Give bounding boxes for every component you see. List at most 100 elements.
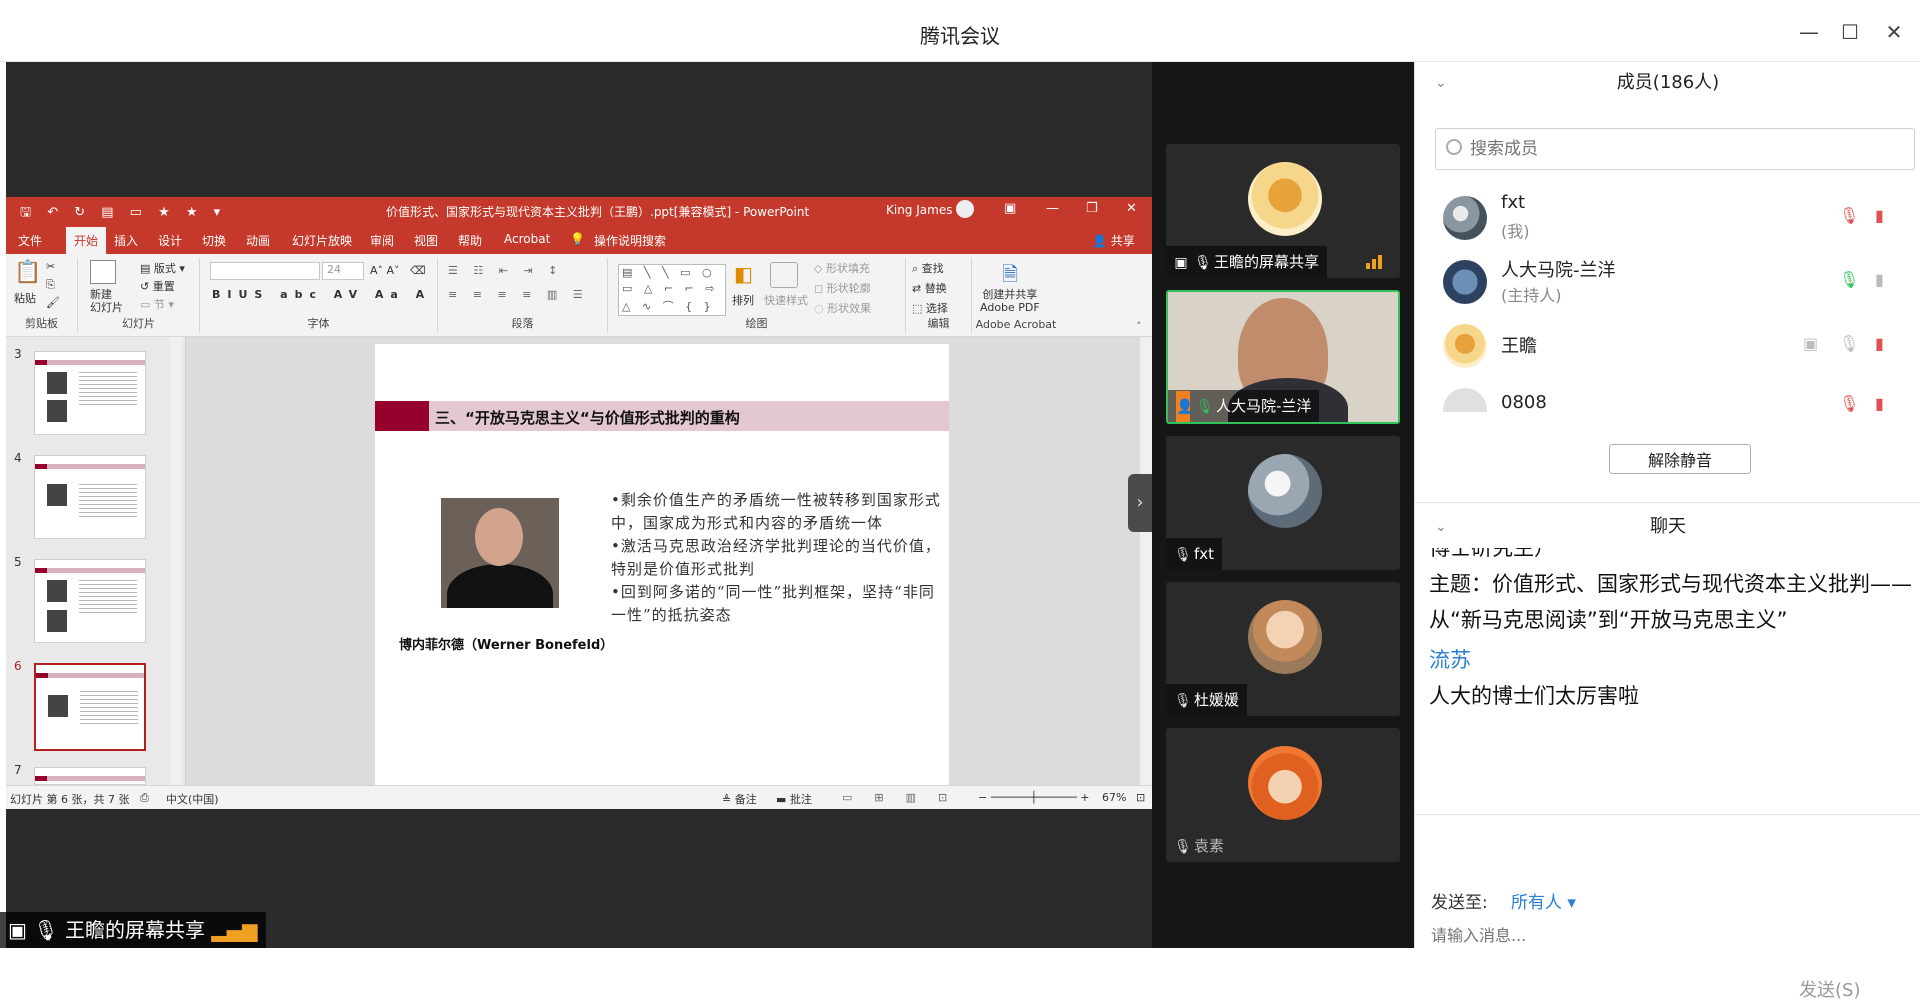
tell-me-search[interactable]: 操作说明搜索 bbox=[594, 232, 666, 249]
ppt-user-avatar[interactable] bbox=[956, 200, 974, 218]
tab-review[interactable]: 审阅 bbox=[370, 232, 394, 249]
new-slide-icon[interactable] bbox=[90, 260, 116, 284]
zoom-slider[interactable]: − ──────┼────── + bbox=[978, 791, 1090, 804]
view-buttons[interactable]: ▭⊞▥⊡ bbox=[842, 791, 969, 804]
maximize-icon[interactable]: ☐ bbox=[1836, 18, 1864, 46]
tab-animations[interactable]: 动画 bbox=[246, 232, 270, 249]
tab-help[interactable]: 帮助 bbox=[458, 232, 482, 249]
member-row[interactable]: 0808 🎙 ▮ bbox=[1415, 378, 1920, 412]
send-to-select[interactable]: 所有人 ▾ bbox=[1511, 888, 1576, 913]
member-row[interactable]: 人大马院-兰洋 (主持人) 🎙 ▮ bbox=[1415, 250, 1920, 312]
members-header[interactable]: ⌄ 成员(186人) bbox=[1415, 62, 1920, 104]
copy-icon[interactable]: ⎘ bbox=[46, 278, 55, 292]
video-label: 🎙 fxt bbox=[1166, 538, 1223, 570]
cartoon-avatar bbox=[1248, 746, 1322, 820]
video-tile[interactable]: ▣ 🎙 王瞻的屏幕共享 bbox=[1166, 144, 1400, 278]
font-grow-icon[interactable]: A˄ A˅ bbox=[370, 264, 400, 277]
create-pdf-button[interactable]: 创建并共享 Adobe PDF bbox=[980, 288, 1040, 314]
reset-button[interactable]: ↺ 重置 bbox=[140, 278, 175, 294]
select-button[interactable]: ⬚ 选择 bbox=[912, 300, 948, 316]
find-button[interactable]: ⌕ 查找 bbox=[912, 260, 944, 276]
chat-input[interactable] bbox=[1431, 922, 1901, 948]
section-button[interactable]: ▭ 节 ▾ bbox=[140, 296, 174, 312]
slide-thumbnail[interactable] bbox=[34, 559, 146, 643]
side-panel: ⌄ 成员(186人) fxt (我) 🎙 ▮ 人大马院-兰洋 (主持人) 🎙 ▮… bbox=[1414, 62, 1920, 1001]
tab-acrobat[interactable]: Acrobat bbox=[504, 232, 550, 246]
member-search[interactable] bbox=[1435, 128, 1915, 170]
screen-share-badge[interactable]: ▣ 🎙 王瞻的屏幕共享 ▂▄▆ bbox=[0, 912, 266, 948]
list-buttons[interactable]: ☰ ☷ ⇤ ⇥ ↕ bbox=[448, 264, 563, 277]
paste-button[interactable]: 粘贴 bbox=[14, 290, 36, 306]
slide-thumbnail-selected[interactable] bbox=[34, 663, 146, 751]
replace-button[interactable]: ⇄ 替换 bbox=[912, 280, 947, 296]
tab-design[interactable]: 设计 bbox=[158, 232, 182, 249]
video-tile[interactable]: 🎙 袁素 bbox=[1166, 728, 1400, 862]
collapse-ribbon-icon[interactable]: ˄ bbox=[1136, 320, 1142, 333]
camera-off-icon[interactable]: ▮ bbox=[1875, 206, 1884, 225]
camera-off-icon[interactable]: ▮ bbox=[1875, 394, 1884, 412]
member-row[interactable]: fxt (我) 🎙 ▮ bbox=[1415, 186, 1920, 248]
fit-slide-icon[interactable]: ⊡ bbox=[1136, 791, 1145, 804]
align-buttons[interactable]: ≡ ≡ ≡ ≡ ▥ ☰ bbox=[448, 288, 589, 301]
tab-view[interactable]: 视图 bbox=[414, 232, 438, 249]
zoom-level[interactable]: 67% bbox=[1102, 791, 1126, 804]
video-tile-active[interactable]: 👤 🎙 人大马院-兰洋 bbox=[1166, 290, 1400, 424]
ppt-ribbon-display-icon[interactable]: ▣ bbox=[1004, 201, 1016, 216]
collapse-video-panel-button[interactable]: › bbox=[1128, 474, 1152, 532]
tab-file[interactable]: 文件 bbox=[18, 232, 42, 249]
video-tile[interactable]: 🎙 杜媛媛 bbox=[1166, 582, 1400, 716]
screen-share-icon[interactable]: ▣ bbox=[1803, 334, 1818, 353]
font-family-select[interactable] bbox=[210, 262, 320, 280]
layout-button[interactable]: ▤ 版式 ▾ bbox=[140, 260, 185, 276]
thumbnails-scrollbar[interactable] bbox=[170, 337, 182, 785]
font-style-buttons[interactable]: BIUS abc AV Aa A bbox=[212, 288, 431, 301]
chevron-down-icon[interactable]: ⌄ bbox=[1435, 506, 1447, 548]
share-button[interactable]: 👤 共享 bbox=[1092, 232, 1135, 249]
close-icon[interactable]: ✕ bbox=[1880, 18, 1908, 46]
format-painter-icon[interactable]: 🖌 bbox=[46, 296, 60, 309]
spellcheck-icon[interactable]: ⎙ bbox=[140, 791, 149, 805]
shape-effects-button[interactable]: ◌ 形状效果 bbox=[814, 300, 871, 316]
arrange-icon[interactable]: ◧ bbox=[734, 262, 753, 286]
paste-icon[interactable]: 📋 bbox=[14, 260, 41, 285]
shape-fill-button[interactable]: ◇ 形状填充 bbox=[814, 260, 870, 276]
quick-styles-icon[interactable] bbox=[770, 262, 798, 288]
mic-muted-icon[interactable]: 🎙 bbox=[1839, 206, 1859, 225]
mic-muted-icon[interactable]: 🎙 bbox=[1839, 394, 1859, 412]
notes-button[interactable]: ≜ 备注 bbox=[722, 791, 757, 807]
arrange-button[interactable]: 排列 bbox=[732, 292, 754, 308]
chat-header[interactable]: ⌄ 聊天 bbox=[1415, 506, 1920, 548]
slide-thumbnail[interactable] bbox=[34, 767, 146, 785]
comments-button[interactable]: ▬ 批注 bbox=[776, 791, 812, 807]
slide-thumbnail[interactable] bbox=[34, 455, 146, 539]
tab-home[interactable]: 开始 bbox=[66, 227, 107, 255]
language-indicator[interactable]: 中文(中国) bbox=[166, 791, 219, 807]
send-button[interactable]: 发送(S) bbox=[1799, 976, 1860, 1002]
quick-access-toolbar[interactable]: 🖫 ↶ ↻ ▤ ▭ ★ ★ ▾ bbox=[20, 203, 226, 225]
canvas-scrollbar[interactable] bbox=[1140, 337, 1152, 785]
unmute-all-button[interactable]: 解除静音 bbox=[1609, 444, 1751, 474]
tab-transitions[interactable]: 切换 bbox=[202, 232, 226, 249]
font-size-select[interactable]: 24 bbox=[322, 262, 364, 280]
cut-icon[interactable]: ✂ bbox=[46, 260, 55, 273]
quick-styles-button[interactable]: 快速样式 bbox=[764, 292, 808, 308]
camera-icon[interactable]: ▮ bbox=[1875, 270, 1884, 289]
current-slide[interactable]: 三、“开放马克思主义“与价值形式批判的重构 博内菲尔德（Werner Bonef… bbox=[375, 344, 949, 785]
ppt-minimize-icon[interactable]: — bbox=[1046, 201, 1059, 216]
ppt-restore-icon[interactable]: ❐ bbox=[1086, 201, 1098, 216]
camera-off-icon[interactable]: ▮ bbox=[1875, 334, 1884, 353]
mic-icon[interactable]: 🎙 bbox=[1839, 334, 1859, 353]
new-slide-button[interactable]: 新建 幻灯片 bbox=[90, 288, 123, 314]
chevron-down-icon[interactable]: ⌄ bbox=[1435, 62, 1447, 104]
slide-thumbnail[interactable] bbox=[34, 351, 146, 435]
mic-icon[interactable]: 🎙 bbox=[1839, 270, 1859, 289]
search-input[interactable] bbox=[1470, 137, 1890, 161]
clear-format-icon[interactable]: ⌫ bbox=[410, 264, 426, 277]
ppt-close-icon[interactable]: ✕ bbox=[1126, 201, 1137, 216]
member-row[interactable]: 王瞻 ▣ 🎙 ▮ bbox=[1415, 314, 1920, 376]
shape-outline-button[interactable]: ◻ 形状轮廓 bbox=[814, 280, 871, 296]
minimize-icon[interactable]: — bbox=[1795, 18, 1823, 46]
tab-insert[interactable]: 插入 bbox=[114, 232, 138, 249]
video-tile[interactable]: 🎙 fxt bbox=[1166, 436, 1400, 570]
tab-slideshow[interactable]: 幻灯片放映 bbox=[292, 232, 352, 249]
